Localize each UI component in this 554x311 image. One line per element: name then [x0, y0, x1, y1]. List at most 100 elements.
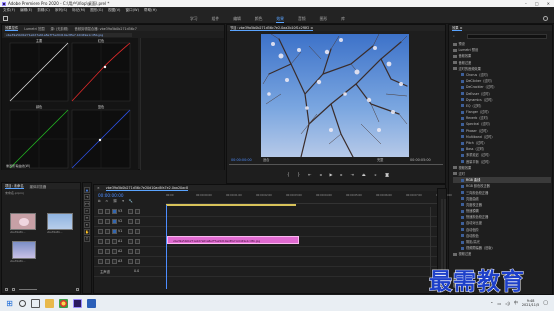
track-select-tool-icon[interactable]: ⇥	[84, 194, 90, 200]
taskbar-search-icon[interactable]	[19, 299, 26, 307]
volume-icon[interactable]: ◁)	[505, 301, 510, 306]
track-target-icon[interactable]	[105, 259, 110, 264]
word-icon[interactable]	[87, 298, 96, 308]
rgb-curves-graph[interactable]	[2, 38, 138, 170]
export-frame-icon[interactable]: ◙	[385, 172, 389, 177]
track-mute-icon[interactable]	[135, 259, 140, 264]
project-tab-1[interactable]: 媒体浏览器	[30, 184, 46, 189]
menu-item-2[interactable]: 剪辑(C)	[37, 8, 50, 13]
playback-quality-select[interactable]: 完整	[377, 157, 383, 162]
workspace-tab-3[interactable]: 颜色	[255, 16, 263, 23]
track-lock-icon[interactable]	[98, 229, 103, 234]
master-volume-value[interactable]: 0.0	[134, 269, 139, 273]
search-icon[interactable]	[543, 16, 548, 21]
pen-tool-icon[interactable]: ✒	[84, 222, 90, 228]
menu-item-7[interactable]: 窗口(W)	[125, 8, 139, 13]
windows-start-icon[interactable]: ⊞	[5, 299, 14, 308]
track-lock-icon[interactable]	[98, 239, 103, 244]
file-explorer-icon[interactable]	[45, 298, 54, 308]
track-sync-icon[interactable]	[112, 249, 117, 254]
linked-selection-icon[interactable]: ⛓	[113, 199, 117, 203]
effect-controls-tab-2[interactable]: 源: (无剪辑)	[51, 26, 69, 31]
chrome-icon[interactable]	[59, 298, 68, 308]
workspace-tab-5[interactable]: 音频	[298, 16, 306, 23]
program-scrub-bar[interactable]	[229, 164, 443, 165]
type-tool-icon[interactable]: T	[84, 236, 90, 242]
sequence-tab[interactable]: vbe39a5b0b271d56c7e20d10ac8fa7e2.0aa20ac…	[105, 186, 189, 191]
effect-controls-tab-3[interactable]: 音频剪辑混合器: vbe39a5b0b271d56c7	[74, 26, 136, 31]
playhead-line[interactable]	[166, 205, 167, 289]
track-target-icon[interactable]	[105, 209, 110, 214]
menu-item-1[interactable]: 编辑(E)	[20, 8, 32, 13]
track-sync-icon[interactable]	[112, 259, 117, 264]
workspace-tab-2[interactable]: 编辑	[233, 16, 241, 23]
menu-item-4[interactable]: 标记(M)	[72, 8, 85, 13]
track-mute-icon[interactable]	[135, 229, 140, 234]
razor-tool-icon[interactable]: ✂	[84, 208, 90, 214]
step-forward-icon[interactable]: ▸	[341, 172, 343, 177]
nest-icon[interactable]: ⧉	[98, 199, 100, 203]
extract-icon[interactable]: ⌅	[374, 172, 377, 177]
notification-icon[interactable]: ▢	[543, 300, 548, 306]
track-output-icon[interactable]	[128, 249, 133, 254]
effects-search-input[interactable]	[467, 34, 547, 39]
track-output-icon[interactable]	[128, 229, 133, 234]
track-mute-icon[interactable]	[135, 219, 140, 224]
workspace-tab-6[interactable]: 图形	[320, 16, 328, 23]
selection-tool-icon[interactable]: ▲	[84, 187, 90, 193]
reset-curves-button[interactable]: 重置所有曲线(W)	[6, 163, 30, 168]
track-target-icon[interactable]	[105, 219, 110, 224]
timeline-timecode[interactable]: 00:00:00:00	[98, 193, 124, 198]
menu-item-5[interactable]: 图形(G)	[90, 8, 103, 13]
task-view-icon[interactable]	[31, 298, 40, 308]
effects-folder[interactable]: 视频过渡	[453, 251, 551, 257]
clock[interactable]: 9:48 2021/11/5	[522, 299, 539, 308]
track-output-icon[interactable]	[128, 209, 133, 214]
timeline-settings-icon[interactable]: 🔧	[129, 199, 133, 203]
track-target-icon[interactable]	[105, 249, 110, 254]
track-sync-icon[interactable]	[112, 239, 117, 244]
zoom-slider[interactable]	[19, 289, 37, 290]
track-output-icon[interactable]	[128, 259, 133, 264]
menu-item-3[interactable]: 序列(S)	[55, 8, 67, 13]
home-icon[interactable]	[3, 16, 8, 21]
track-sync-icon[interactable]	[112, 209, 117, 214]
workspace-tab-7[interactable]: 库	[341, 16, 345, 23]
timeline-clip-v1[interactable]: vbe39a5b0b271e0d7a61a8e7f7e20d10ac8fa7-b…	[167, 236, 299, 244]
time-ruler[interactable]: 00:00 00:00:00:00 00:00:01:00 00:00:02:00 00…	[166, 193, 452, 204]
snap-icon[interactable]: ∩	[105, 199, 107, 203]
track-lock-icon[interactable]	[98, 259, 103, 264]
ripple-edit-tool-icon[interactable]: ⟷	[84, 201, 90, 207]
play-icon[interactable]: ▶	[329, 172, 332, 177]
project-item-thumb-3[interactable]	[12, 241, 36, 259]
track-sync-icon[interactable]	[112, 219, 117, 224]
hand-tool-icon[interactable]: ✋	[84, 229, 90, 235]
maximize-icon[interactable]: □	[535, 1, 539, 6]
go-to-in-icon[interactable]: ⇤	[308, 172, 311, 177]
step-back-icon[interactable]: ◂	[319, 172, 321, 177]
effect-controls-tab-0[interactable]: 效果控件	[5, 25, 19, 31]
menu-item-8[interactable]: 帮助(H)	[144, 8, 157, 13]
go-to-out-icon[interactable]: ⇥	[351, 172, 354, 177]
workspace-tab-4[interactable]: 效果	[276, 16, 284, 23]
track-target-icon[interactable]	[105, 229, 110, 234]
minimize-icon[interactable]: –	[525, 1, 527, 6]
lift-icon[interactable]: ⏏	[362, 172, 366, 177]
mark-out-icon[interactable]: }	[298, 172, 301, 177]
workspace-tab-1[interactable]: 组件	[212, 16, 220, 23]
project-item-thumb-1[interactable]	[10, 213, 36, 230]
effect-controls-tab-1[interactable]: Lumetri 范围	[24, 26, 44, 31]
effects-tab[interactable]: 效果 ≡	[452, 25, 463, 31]
ime-icon[interactable]: 中	[514, 300, 518, 306]
close-icon[interactable]: ✕	[547, 1, 550, 6]
zoom-fit-select[interactable]: 适合	[263, 157, 269, 162]
icon-view-icon[interactable]	[12, 288, 15, 291]
track-target-icon[interactable]	[105, 239, 110, 244]
track-lock-icon[interactable]	[98, 249, 103, 254]
menu-item-6[interactable]: 视图(V)	[108, 8, 120, 13]
project-item-thumb-2[interactable]	[47, 213, 73, 230]
new-item-icon[interactable]	[76, 288, 79, 291]
network-icon[interactable]: ▭	[497, 301, 501, 306]
tray-chevron-icon[interactable]: ⌃	[490, 301, 493, 306]
program-monitor-tab[interactable]: 节目: vbe39a5b0b271d56c7e2.0aa2b10f1c2f8f2…	[230, 25, 314, 31]
